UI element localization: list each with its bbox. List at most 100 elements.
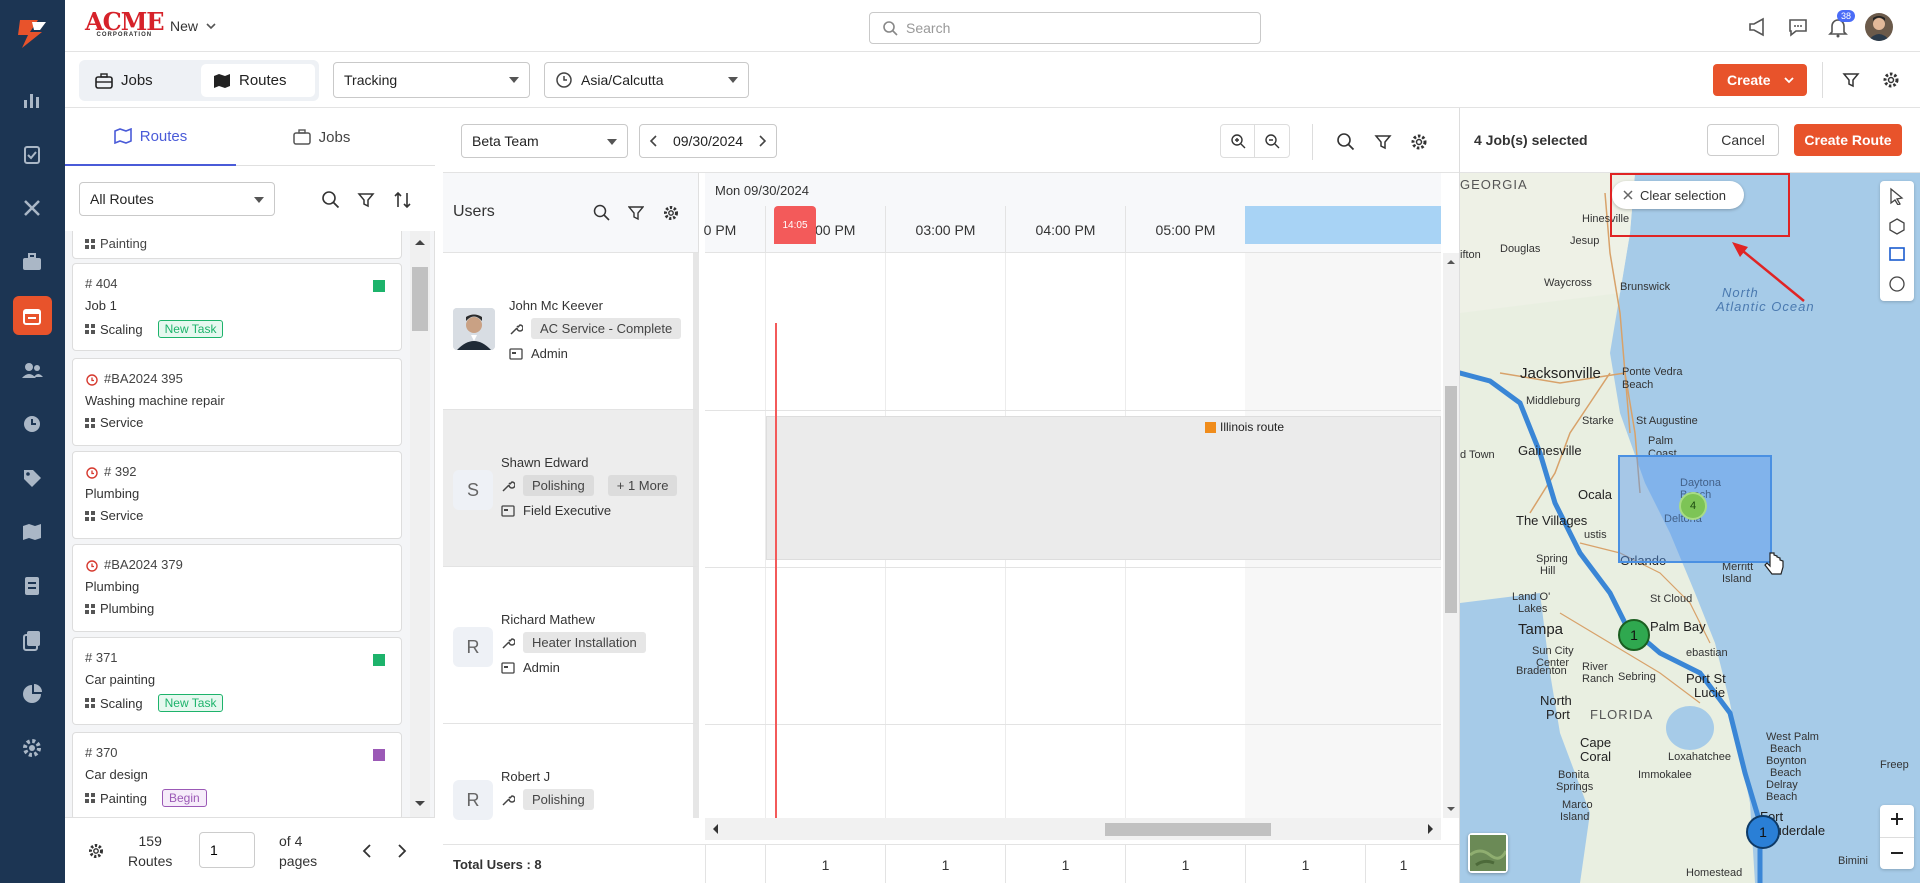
- cancel-button[interactable]: Cancel: [1707, 124, 1779, 156]
- route-count-number: 159: [138, 833, 162, 849]
- next-page-button[interactable]: [395, 843, 409, 859]
- page-input[interactable]: [199, 832, 255, 868]
- list-item[interactable]: # 370 Car design Painting Begin: [72, 732, 402, 817]
- gear-icon[interactable]: [1409, 132, 1429, 152]
- zoom-out-icon[interactable]: [1255, 125, 1289, 157]
- list-item[interactable]: # 404 Job 1 Scaling New Task: [72, 263, 402, 351]
- invoice-icon[interactable]: [20, 574, 44, 598]
- card-type-label: Scaling: [100, 321, 143, 337]
- tab-routes[interactable]: Routes: [65, 108, 236, 166]
- polygon-icon[interactable]: [1888, 217, 1906, 235]
- jobs-toggle-button[interactable]: Jobs: [83, 64, 196, 97]
- dashboard-icon[interactable]: [20, 88, 44, 112]
- grid-row-line: [705, 567, 1441, 568]
- gear-icon[interactable]: [87, 842, 105, 860]
- card-type-label: Painting: [100, 790, 147, 806]
- megaphone-icon[interactable]: [1747, 16, 1769, 38]
- route-block[interactable]: [766, 416, 1441, 560]
- tracking-select[interactable]: Tracking: [333, 62, 530, 98]
- map-label: Sebring: [1618, 671, 1656, 683]
- users-icon[interactable]: [20, 358, 44, 382]
- cluster-marker[interactable]: 4: [1679, 492, 1707, 520]
- user-row[interactable]: John Mc Keever AC Service - Complete Adm…: [443, 253, 699, 410]
- sort-icon[interactable]: [393, 190, 413, 210]
- brand-logo[interactable]: ACME CORPORATION: [85, 10, 165, 39]
- prev-page-button[interactable]: [360, 843, 374, 859]
- list-item[interactable]: Painting: [72, 231, 402, 259]
- jobs-icon[interactable]: [20, 250, 44, 274]
- gear-icon[interactable]: [1881, 70, 1901, 90]
- search-icon[interactable]: [321, 190, 341, 210]
- circle-icon[interactable]: [1888, 275, 1906, 293]
- zoom-in-icon[interactable]: [1221, 125, 1256, 157]
- list-item[interactable]: #BA2024 395 Washing machine repair Servi…: [72, 358, 402, 446]
- map-label: Land O': [1512, 591, 1551, 603]
- date-picker[interactable]: 09/30/2024: [639, 124, 777, 158]
- route-count: 159 Routes: [128, 831, 172, 871]
- create-button[interactable]: Create: [1713, 64, 1807, 96]
- list-item[interactable]: # 392 Plumbing Service: [72, 451, 402, 539]
- filter-icon[interactable]: [628, 205, 644, 221]
- map-zoom-in-icon[interactable]: [1889, 811, 1905, 827]
- map-label: Hinesville: [1582, 213, 1630, 225]
- user-row[interactable]: R Robert J Polishing: [443, 724, 699, 820]
- routes-filter-select[interactable]: All Routes: [79, 182, 275, 216]
- scroll-thumb[interactable]: [412, 267, 428, 331]
- pointer-icon[interactable]: [1888, 187, 1906, 205]
- list-footer: 159 Routes of 4 pages: [65, 817, 435, 883]
- app-logo-icon[interactable]: [12, 18, 52, 50]
- cluster-marker[interactable]: 1: [1746, 815, 1780, 849]
- routes-filter-value: All Routes: [90, 191, 154, 207]
- schedule-vscrollbar[interactable]: [1443, 253, 1459, 818]
- scroll-up-icon: [1447, 260, 1455, 264]
- create-route-button[interactable]: Create Route: [1794, 124, 1902, 156]
- rectangle-icon[interactable]: [1888, 245, 1906, 263]
- team-select[interactable]: Beta Team: [461, 124, 628, 158]
- calendar-icon[interactable]: [20, 304, 44, 328]
- new-dropdown[interactable]: New: [170, 18, 218, 34]
- id-card-icon: [509, 347, 523, 360]
- list-item[interactable]: # 371 Car painting Scaling New Task: [72, 637, 402, 725]
- card-id: # 370: [85, 745, 118, 760]
- filter-icon[interactable]: [357, 191, 375, 209]
- avatar[interactable]: [1865, 13, 1893, 41]
- divider: [1822, 62, 1823, 98]
- filter-icon[interactable]: [1374, 133, 1392, 151]
- tab-jobs[interactable]: Jobs: [236, 108, 407, 166]
- map-icon[interactable]: [20, 520, 44, 544]
- user-row[interactable]: S Shawn Edward Polishing + 1 More Field …: [443, 410, 699, 567]
- list-scrollbar[interactable]: [410, 231, 430, 817]
- search-icon[interactable]: [1336, 132, 1356, 152]
- caret-down-icon: [254, 197, 264, 203]
- tag-icon[interactable]: [20, 466, 44, 490]
- list-item[interactable]: #BA2024 379 Plumbing Plumbing: [72, 544, 402, 632]
- documents-icon[interactable]: [20, 628, 44, 652]
- search-input[interactable]: Search: [869, 12, 1261, 44]
- user-row[interactable]: R Richard Mathew Heater Installation Adm…: [443, 567, 699, 724]
- next-date-icon[interactable]: [750, 133, 776, 149]
- tools-icon[interactable]: [20, 196, 44, 220]
- map-zoom-out-icon[interactable]: [1889, 845, 1905, 861]
- reports-pie-icon[interactable]: [20, 682, 44, 706]
- search-icon[interactable]: [593, 204, 611, 222]
- scroll-thumb[interactable]: [1105, 823, 1271, 836]
- card-id: # 392: [85, 464, 137, 479]
- settings-gear-icon[interactable]: [20, 736, 44, 760]
- alarm-clock-icon: [86, 559, 98, 572]
- tasks-icon[interactable]: [20, 142, 44, 166]
- map-layer-toggle[interactable]: [1468, 833, 1508, 873]
- timezone-select[interactable]: Asia/Calcutta: [544, 62, 749, 98]
- filter-icon[interactable]: [1842, 71, 1860, 89]
- map-view[interactable]: GEORGIA Hinesville Douglas Jesup Waycros…: [1460, 173, 1920, 883]
- schedule-hscrollbar[interactable]: [705, 818, 1441, 840]
- routes-toggle-button[interactable]: Routes: [201, 64, 315, 97]
- clear-selection-button[interactable]: Clear selection: [1612, 181, 1744, 209]
- more-skills-pill[interactable]: + 1 More: [607, 475, 678, 496]
- grid-icon: [85, 238, 95, 249]
- scroll-thumb[interactable]: [1445, 386, 1457, 613]
- map-label: Sun City: [1532, 645, 1574, 657]
- cluster-marker[interactable]: 1: [1618, 619, 1650, 651]
- chat-icon[interactable]: [1787, 16, 1809, 38]
- prev-date-icon[interactable]: [640, 133, 666, 149]
- clock-icon[interactable]: [20, 412, 44, 436]
